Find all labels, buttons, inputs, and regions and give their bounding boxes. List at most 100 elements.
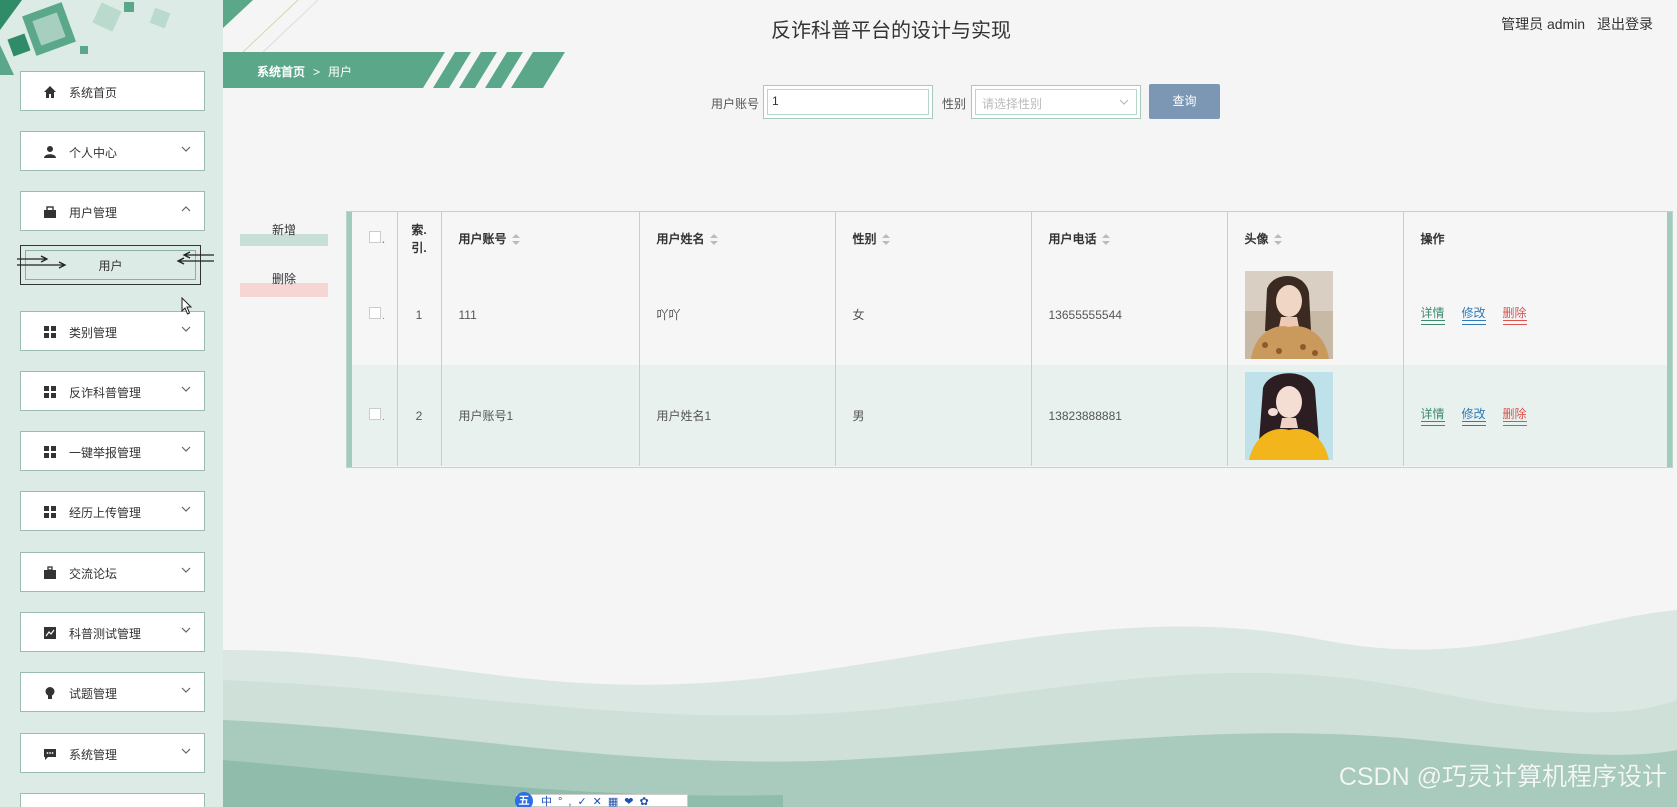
message-icon [44,749,56,760]
chart-icon [44,627,56,639]
ime-toolbar[interactable]: 五 中°,✓✕▦❤✿ [515,792,688,807]
avatar[interactable] [1244,270,1333,359]
sidebar-item-category-management[interactable]: 类别管理 [20,307,208,351]
gender-label: 性别 [942,97,967,111]
sort-icon[interactable] [709,233,718,245]
avatar[interactable] [1244,371,1333,460]
chevron-down-icon [181,567,191,573]
watermark: CSDN @巧灵计算机程序设计 [1338,763,1667,791]
breadcrumb-home[interactable]: 系统首页 [257,65,305,79]
checkbox-dot: . [382,311,385,322]
breadcrumb-current: 用户 [328,65,353,79]
sidebar-item-system-management[interactable]: 系统管理 [20,729,208,773]
row-checkbox[interactable] [369,307,381,319]
sidebar-item-label: 一键举报管理 [69,446,142,460]
sidebar-item-personal-center[interactable]: 个人中心 [20,127,208,171]
detail-link[interactable]: 详情 [1420,304,1445,325]
grid-icon [44,326,56,338]
column-header-avatar[interactable]: 头像 [1227,212,1404,264]
checkbox-dot: . [382,412,385,423]
input-inner-frame [767,89,929,115]
select-all-checkbox[interactable] [369,230,381,243]
cell-avatar [1227,365,1404,466]
cell-avatar [1227,264,1404,365]
breadcrumb-separator: > [313,65,321,79]
person-icon [44,146,56,158]
chevron-down-icon [181,748,191,754]
sidebar: 系统首页 个人中心 用户管理 用户 类别管理 反诈科普管理 一键举报管理 经历上… [0,0,223,807]
chevron-down-icon [181,506,191,512]
cell-name: 吖吖 [639,264,836,365]
sidebar-item-label: 系统首页 [69,86,118,100]
sidebar-item-user-management[interactable]: 用户管理 [20,187,208,231]
table-header-row: . 索. 引. 用户账号 用户姓名 性别 用户电话 头像 操作 [352,212,1669,264]
sidebar-item-experience-upload-management[interactable]: 经历上传管理 [20,487,208,531]
cell-phone: 13655555544 [1031,264,1228,365]
edit-link[interactable]: 修改 [1461,405,1486,426]
user-area: 管理员 admin 退出登录 [1493,14,1653,34]
delete-link[interactable]: 删除 [1502,405,1527,426]
gender-select[interactable]: 请选择性别 [971,85,1141,119]
detail-link[interactable]: 详情 [1420,405,1445,426]
sidebar-item-question-management[interactable]: 试题管理 [20,668,208,712]
cell-index: 1 [397,264,442,365]
bulb-icon [45,687,55,699]
cell-phone: 13823888881 [1031,365,1228,466]
sidebar-subitem-user[interactable]: 用户 [17,245,214,285]
cell-name: 用户姓名1 [639,365,836,466]
table-row: . 2 用户账号1 用户姓名1 男 13823888881 详情 修改 删除 [352,365,1669,466]
breadcrumb: 系统首页 > 用户 [223,52,565,88]
chevron-down-icon [181,146,191,152]
row-checkbox[interactable] [369,408,381,420]
column-header-label: 用户账号 [458,231,507,246]
ime-logo-icon[interactable]: 五 [515,792,533,807]
breadcrumb-text: 系统首页 > 用户 [257,63,352,80]
app-root: 系统首页 个人中心 用户管理 用户 类别管理 反诈科普管理 一键举报管理 经历上… [0,0,1677,807]
sort-icon[interactable] [1273,233,1282,245]
edit-link[interactable]: 修改 [1461,304,1486,325]
column-header-account[interactable]: 用户账号 [441,212,640,264]
delete-link[interactable]: 删除 [1502,304,1527,325]
sort-icon[interactable] [881,233,890,245]
user-manage-icon [44,206,56,218]
cell-account: 111 [441,264,640,365]
cell-account: 用户账号1 [441,365,640,466]
page-title: 反诈科普平台的设计与实现 [771,20,1011,42]
sidebar-item-label: 系统管理 [69,748,118,762]
sidebar-item-anti-fraud-management[interactable]: 反诈科普管理 [20,367,208,411]
query-button[interactable]: 查询 [1149,84,1220,119]
grid-icon [44,386,56,398]
account-input-value: 1 [772,94,779,108]
sidebar-item-label: 用户管理 [69,206,118,220]
chevron-up-icon [181,206,191,212]
sidebar-item-report-management[interactable]: 一键举报管理 [20,427,208,471]
sidebar-item-forum[interactable]: 交流论坛 [20,548,208,592]
sidebar-item-label: 科普测试管理 [69,627,142,641]
add-button-label: 新增 [271,223,296,237]
column-header-label: 性别 [852,231,877,246]
column-header-label: 操作 [1420,231,1445,246]
column-header-phone[interactable]: 用户电话 [1031,212,1228,264]
row-select-cell: . [352,264,398,365]
chevron-down-icon [181,627,191,633]
sidebar-item-quiz-management[interactable]: 科普测试管理 [20,608,208,652]
select-all-cell: . [352,212,398,264]
sort-icon[interactable] [1101,233,1110,245]
chevron-down-icon [181,326,191,332]
sort-icon[interactable] [511,233,520,245]
column-header-name[interactable]: 用户姓名 [639,212,836,264]
column-header-label: 用户电话 [1048,231,1097,246]
column-header-label: 头像 [1244,231,1269,246]
column-header-index-line1: 索. [411,223,427,237]
column-header-gender[interactable]: 性别 [835,212,1032,264]
account-input[interactable]: 1 [763,85,933,119]
logout-link[interactable]: 退出登录 [1597,16,1653,32]
add-button[interactable]: 新增 [240,220,328,246]
sidebar-item-partial[interactable] [20,789,208,807]
ime-tools[interactable]: 中°,✓✕▦❤✿ [541,793,655,807]
cell-gender: 男 [835,365,1032,466]
sidebar-item-home[interactable]: 系统首页 [20,67,208,111]
grid-icon [44,506,56,518]
sidebar-item-label: 个人中心 [69,146,118,160]
batch-delete-button[interactable]: 删除 [240,269,328,297]
